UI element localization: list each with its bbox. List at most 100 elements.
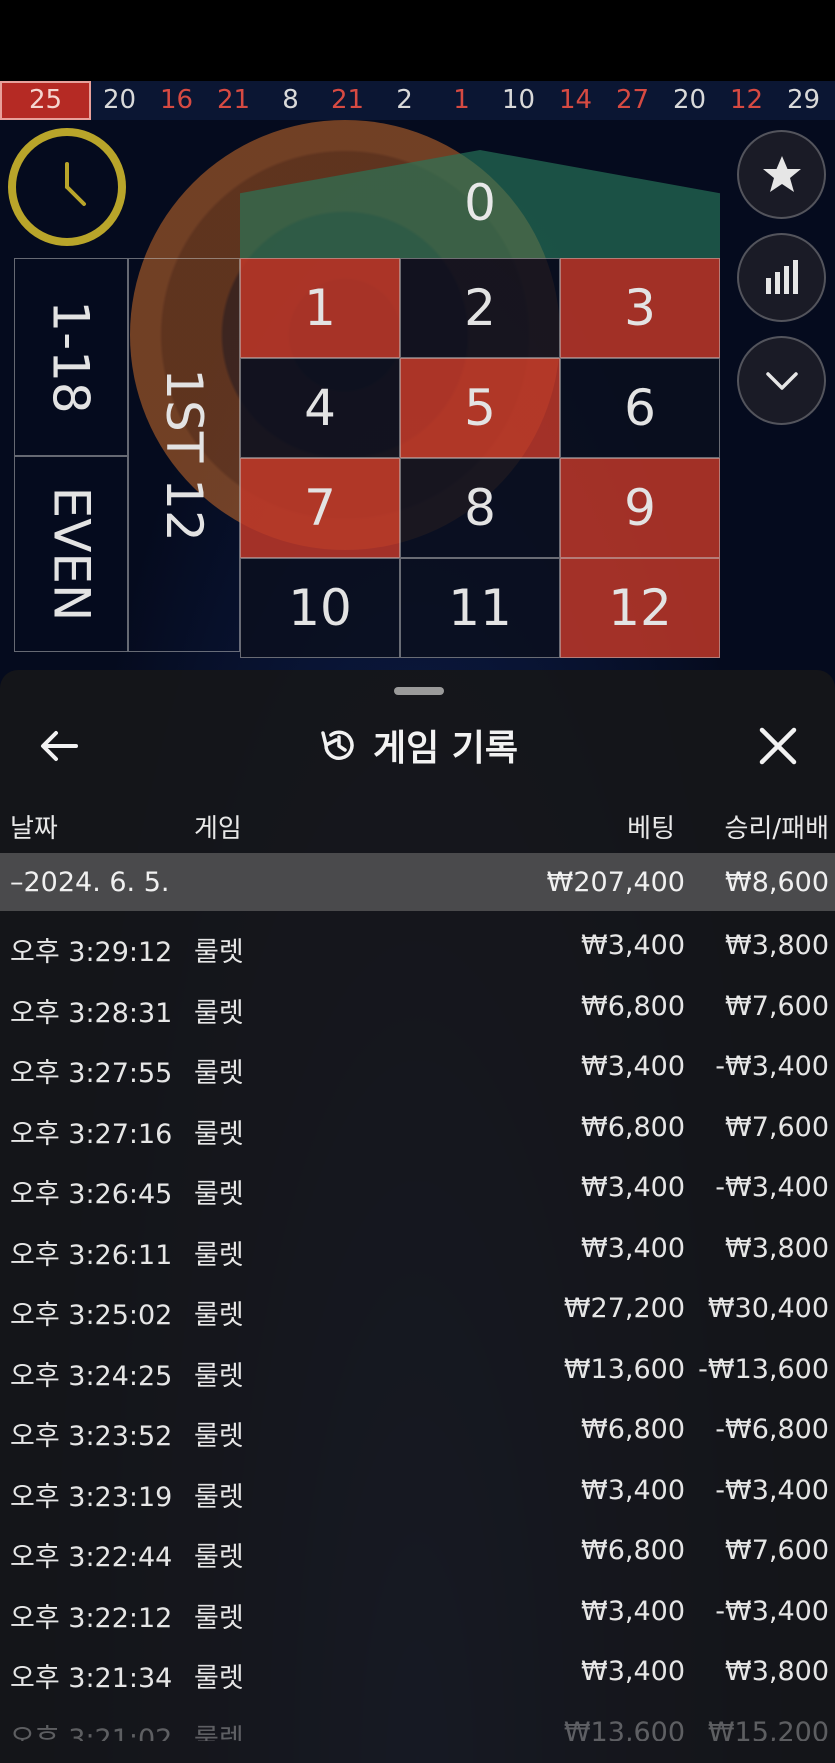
timer-clock-icon xyxy=(8,128,126,246)
row-time: 오후 3:28:31 xyxy=(10,997,173,1029)
history-row[interactable]: 오후 3:22:12 룰렛 ₩3,400 -₩3,400 xyxy=(0,1580,835,1641)
row-bet: ₩3,400 xyxy=(581,1595,685,1627)
row-time: 오후 3:24:25 xyxy=(10,1360,173,1392)
bet-cell-number[interactable]: 10 xyxy=(240,558,400,658)
bet-cell-number[interactable]: 5 xyxy=(400,358,560,458)
row-game: 룰렛 xyxy=(194,1118,244,1150)
bet-cell-number[interactable]: 9 xyxy=(560,458,720,558)
row-time: 오후 3:27:55 xyxy=(10,1058,173,1089)
bet-cell-number[interactable]: 11 xyxy=(400,558,560,658)
row-result: -₩3,400 xyxy=(715,1595,829,1627)
row-result: ₩3,800 xyxy=(725,930,829,961)
result-number: 1 xyxy=(453,85,470,115)
column-bet: 베팅 xyxy=(627,814,675,844)
back-button[interactable] xyxy=(36,722,84,770)
bet-cell-number[interactable]: 7 xyxy=(240,458,400,558)
row-bet: ₩3,400 xyxy=(581,930,685,961)
row-game: 룰렛 xyxy=(194,1723,244,1741)
close-icon xyxy=(759,727,797,765)
row-time: 오후 3:21:02 xyxy=(10,1723,173,1741)
row-game: 룰렛 xyxy=(194,1300,244,1331)
history-row[interactable]: 오후 3:26:45 룰렛 ₩3,400 -₩3,400 xyxy=(0,1156,835,1217)
history-row[interactable]: 오후 3:28:31 룰렛 ₩6,800 ₩7,600 xyxy=(0,975,835,1036)
row-time: 오후 3:22:12 xyxy=(10,1602,173,1634)
history-row[interactable]: 오후 3:26:11 룰렛 ₩3,400 ₩3,800 xyxy=(0,1217,835,1278)
history-row[interactable]: 오후 3:23:19 룰렛 ₩3,400 -₩3,400 xyxy=(0,1459,835,1520)
date-group-result-total: ₩8,600 xyxy=(725,867,829,898)
row-game: 룰렛 xyxy=(194,1239,244,1271)
bet-cell-low-label: 1-18 xyxy=(42,300,101,414)
history-row[interactable]: 오후 3:21:34 룰렛 ₩3,400 ₩3,800 xyxy=(0,1640,835,1701)
bet-cell-number[interactable]: 1 xyxy=(240,258,400,358)
row-result: ₩3,800 xyxy=(725,1232,829,1264)
result-number: 20 xyxy=(672,85,707,115)
history-list: 오후 3:29:12 룰렛 ₩3,400 ₩3,800 오후 3:28:31 룰렛 ₩6,8… xyxy=(0,914,835,1741)
title-group: 게임 기록 xyxy=(0,710,835,780)
result-number: 21 xyxy=(330,85,365,115)
row-bet: ₩6,800 xyxy=(581,990,685,1022)
row-bet: ₩3,400 xyxy=(581,1051,685,1082)
bet-cell-number[interactable]: 4 xyxy=(240,358,400,458)
history-row[interactable]: 오후 3:23:52 룰렛 ₩6,800 -₩6,800 xyxy=(0,1398,835,1459)
statistics-button[interactable] xyxy=(737,233,826,322)
row-result: ₩7,600 xyxy=(725,1535,829,1566)
row-bet: ₩13,600 xyxy=(563,1716,685,1741)
row-bet: ₩3,400 xyxy=(581,1474,685,1506)
row-bet: ₩3,400 xyxy=(581,1656,685,1687)
history-row[interactable]: 오후 3:27:16 룰렛 ₩6,800 ₩7,600 xyxy=(0,1096,835,1157)
row-game: 룰렛 xyxy=(194,937,244,968)
row-result: ₩3,800 xyxy=(725,1656,829,1687)
bet-cell-low[interactable]: 1-18 xyxy=(14,258,128,456)
row-bet: ₩3,400 xyxy=(581,1232,685,1264)
row-game: 룰렛 xyxy=(194,1481,244,1513)
row-result: -₩3,400 xyxy=(715,1172,829,1203)
row-time: 오후 3:22:44 xyxy=(10,1542,173,1573)
row-game: 룰렛 xyxy=(194,1058,244,1089)
sheet-header: 게임 기록 xyxy=(0,710,835,780)
result-number: 14 xyxy=(558,85,593,115)
close-button[interactable] xyxy=(752,720,804,772)
row-result: -₩3,400 xyxy=(715,1474,829,1506)
row-game: 룰렛 xyxy=(194,1421,244,1452)
row-bet: ₩3,400 xyxy=(581,1172,685,1203)
row-game: 룰렛 xyxy=(194,997,244,1029)
drag-handle[interactable] xyxy=(394,687,444,695)
star-icon xyxy=(762,155,801,192)
history-row[interactable]: 오후 3:22:44 룰렛 ₩6,800 ₩7,600 xyxy=(0,1519,835,1580)
chevron-down-icon xyxy=(765,371,798,390)
row-time: 오후 3:26:11 xyxy=(10,1239,173,1271)
row-bet: ₩6,800 xyxy=(581,1111,685,1143)
date-group-bet-total: ₩207,400 xyxy=(546,867,685,898)
row-game: 룰렛 xyxy=(194,1179,244,1210)
history-row[interactable]: 오후 3:21:02 룰렛 ₩13,600 ₩15,200 xyxy=(0,1701,835,1741)
bet-cell-number[interactable]: 2 xyxy=(400,258,560,358)
row-result: ₩30,400 xyxy=(707,1293,829,1324)
history-row[interactable]: 오후 3:25:02 룰렛 ₩27,200 ₩30,400 xyxy=(0,1277,835,1338)
collapse-button[interactable] xyxy=(737,336,826,425)
history-row[interactable]: 오후 3:24:25 룰렛 ₩13,600 -₩13,600 xyxy=(0,1338,835,1399)
row-bet: ₩6,800 xyxy=(581,1535,685,1566)
date-group-row[interactable]: –2024. 6. 5. ₩207,400 ₩8,600 xyxy=(0,853,835,911)
bar-chart-icon xyxy=(765,259,798,294)
bet-cell-number[interactable]: 6 xyxy=(560,358,720,458)
page-title: 게임 기록 xyxy=(372,728,518,769)
bet-cell-even[interactable]: EVEN xyxy=(14,456,128,652)
row-time: 오후 3:25:02 xyxy=(10,1300,173,1331)
bet-cell-dozen-label: 1ST 12 xyxy=(155,368,214,542)
bet-cell-number[interactable]: 12 xyxy=(560,558,720,658)
result-number: 16 xyxy=(159,85,194,115)
row-bet: ₩13,600 xyxy=(563,1353,685,1385)
result-number: 25 xyxy=(0,81,91,120)
bet-cell-number[interactable]: 3 xyxy=(560,258,720,358)
result-number: 20 xyxy=(102,85,137,115)
history-row[interactable]: 오후 3:27:55 룰렛 ₩3,400 -₩3,400 xyxy=(0,1035,835,1096)
bet-cell-number[interactable]: 8 xyxy=(400,458,560,558)
row-time: 오후 3:29:12 xyxy=(10,937,173,968)
row-result: ₩15,200 xyxy=(707,1716,829,1741)
row-time: 오후 3:26:45 xyxy=(10,1179,173,1210)
game-history-sheet: 게임 기록 날짜 게임 베팅 승리/패배 –2024. 6. 5. ₩207,4… xyxy=(0,670,835,1763)
result-number: 21 xyxy=(216,85,251,115)
favorite-button[interactable] xyxy=(737,130,826,219)
bet-cell-first-dozen[interactable]: 1ST 12 xyxy=(128,258,240,652)
history-row[interactable]: 오후 3:29:12 룰렛 ₩3,400 ₩3,800 xyxy=(0,914,835,975)
